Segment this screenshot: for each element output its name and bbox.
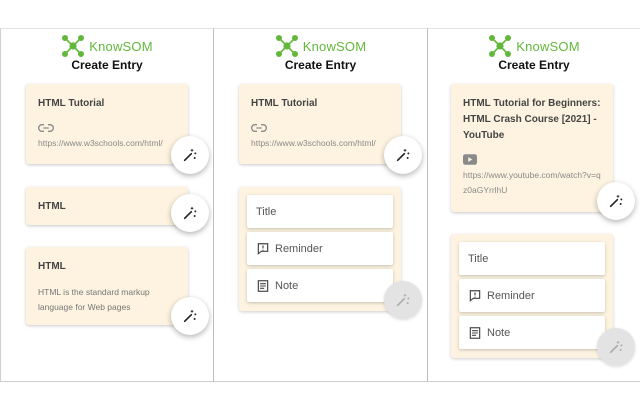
- molecule-logo-icon: [62, 35, 85, 57]
- magic-wand-icon: [396, 149, 410, 162]
- panel-2: KnowSOM Create Entry HTML Tutorial https…: [213, 28, 427, 382]
- card-title: HTML Tutorial: [38, 98, 105, 109]
- page-title: Create Entry: [498, 58, 570, 72]
- card-title: HTML Tutorial: [251, 98, 318, 109]
- page-title: Create Entry: [284, 58, 357, 72]
- menu-item-label: Note: [275, 279, 299, 292]
- magic-wand-icon: [183, 207, 197, 220]
- entry-card-text[interactable]: HTML HTML is the standard markup languag…: [26, 247, 188, 325]
- link-icon: [38, 124, 54, 132]
- magic-wand-icon: [609, 341, 623, 354]
- entry-type-menu: Title Reminder Note: [239, 187, 401, 311]
- card-url: https://www.youtube.com/watch?v=qz0aGYrr…: [463, 170, 601, 195]
- magic-button[interactable]: [171, 297, 209, 335]
- link-icon: [251, 124, 267, 132]
- menu-item-note[interactable]: Note: [459, 316, 605, 349]
- reminder-icon: [257, 242, 269, 255]
- magic-button-disabled[interactable]: [597, 328, 635, 366]
- note-icon: [469, 326, 481, 339]
- menu-item-label: Reminder: [487, 289, 535, 302]
- entry-card-title[interactable]: HTML: [26, 187, 188, 225]
- card-title: HTML Tutorial for Beginners: HTML Crash …: [463, 98, 601, 141]
- menu-item-note[interactable]: Note: [247, 269, 393, 302]
- card-description: HTML is the standard markup language for…: [38, 287, 150, 312]
- brand-header: KnowSOM: [428, 33, 640, 59]
- magic-wand-icon: [183, 149, 197, 162]
- molecule-logo-icon: [489, 35, 512, 57]
- menu-item-title[interactable]: Title: [247, 195, 393, 228]
- card-title: HTML: [38, 201, 66, 212]
- brand-header: KnowSOM: [1, 33, 213, 59]
- menu-item-title[interactable]: Title: [459, 242, 605, 275]
- note-icon: [257, 279, 269, 292]
- molecule-logo-icon: [275, 35, 298, 57]
- menu-item-reminder[interactable]: Reminder: [247, 232, 393, 265]
- card-title: HTML: [38, 261, 66, 272]
- menu-item-label: Reminder: [275, 242, 323, 255]
- magic-wand-icon: [609, 195, 623, 208]
- brand-name: KnowSOM: [516, 38, 580, 54]
- magic-button[interactable]: [384, 136, 422, 174]
- panel-3: KnowSOM Create Entry HTML Tutorial for B…: [427, 28, 640, 382]
- magic-wand-icon: [183, 310, 197, 323]
- youtube-icon: [463, 154, 477, 165]
- brand-name: KnowSOM: [89, 38, 153, 54]
- entry-card-link[interactable]: HTML Tutorial https://www.w3schools.com/…: [26, 84, 188, 164]
- entry-card-video[interactable]: HTML Tutorial for Beginners: HTML Crash …: [451, 84, 613, 212]
- page-title: Create Entry: [71, 58, 143, 72]
- magic-button[interactable]: [171, 136, 209, 174]
- entry-type-menu: Title Reminder Note: [451, 234, 613, 358]
- brand-header: KnowSOM: [214, 33, 427, 59]
- menu-item-reminder[interactable]: Reminder: [459, 279, 605, 312]
- magic-wand-icon: [396, 294, 410, 307]
- card-url: https://www.w3schools.com/html/: [38, 138, 163, 148]
- menu-item-label: Note: [487, 326, 511, 339]
- reminder-icon: [469, 289, 481, 302]
- brand-name: KnowSOM: [302, 38, 367, 54]
- magic-button[interactable]: [171, 194, 209, 232]
- card-url: https://www.w3schools.com/html/: [251, 138, 376, 148]
- menu-item-label: Title: [468, 252, 489, 265]
- menu-item-label: Title: [256, 205, 277, 218]
- magic-button-disabled[interactable]: [384, 281, 422, 319]
- entry-card-link[interactable]: HTML Tutorial https://www.w3schools.com/…: [239, 84, 401, 164]
- panel-1: KnowSOM Create Entry HTML Tutorial https…: [0, 28, 213, 382]
- magic-button[interactable]: [597, 182, 635, 220]
